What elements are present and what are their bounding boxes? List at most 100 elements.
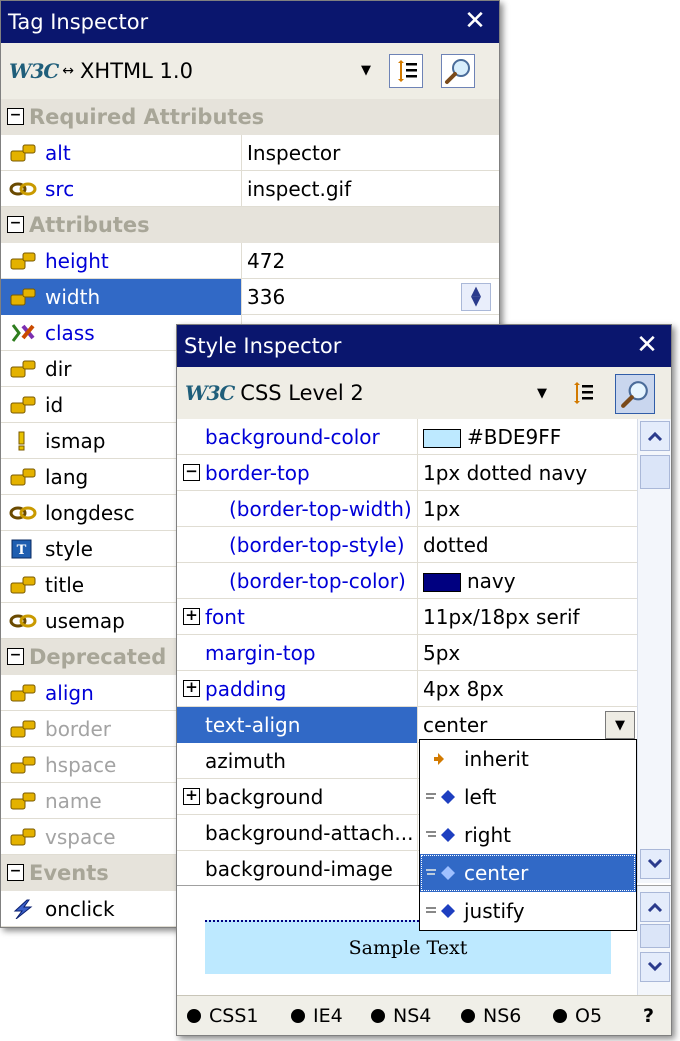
dropdown-button[interactable]: ▼ — [605, 711, 635, 739]
help-button[interactable]: ? — [643, 996, 654, 1035]
option-right[interactable]: right — [420, 816, 636, 854]
property-name: text-align — [205, 713, 301, 737]
attribute-name: src — [45, 177, 75, 201]
key-icon — [10, 720, 36, 738]
properties-scrollbar[interactable] — [637, 419, 671, 883]
inspect-button[interactable] — [615, 374, 655, 414]
doctype-select[interactable]: XHTML 1.0 — [80, 59, 193, 83]
scroll-down-button[interactable] — [640, 849, 670, 879]
status-dot-icon — [553, 1009, 567, 1023]
property-value[interactable]: dotted — [423, 527, 489, 563]
property-value[interactable]: navy — [423, 563, 516, 599]
group-attributes[interactable]: − Attributes — [1, 207, 499, 243]
scroll-down-button[interactable] — [640, 952, 670, 982]
style-row-border-top-color[interactable]: (border-top-color) navy — [177, 563, 637, 599]
property-value[interactable]: 5px — [423, 635, 460, 671]
link-icon — [9, 614, 37, 628]
attribute-name: name — [45, 789, 102, 813]
attribute-row-src[interactable]: src inspect.gif — [1, 171, 499, 207]
style-inspector-titlebar[interactable]: Style Inspector ✕ — [177, 325, 671, 367]
collapse-icon[interactable]: − — [7, 864, 24, 881]
tag-inspector-titlebar[interactable]: Tag Inspector ✕ — [1, 1, 499, 43]
collapse-icon[interactable]: − — [183, 464, 200, 481]
property-name: azimuth — [205, 749, 286, 773]
attribute-value[interactable]: inspect.gif — [247, 171, 351, 207]
expand-icon[interactable]: + — [183, 788, 200, 805]
compat-css1: CSS1 — [187, 996, 259, 1035]
w3c-logo-icon: W3C — [185, 381, 235, 405]
style-row-margin-top[interactable]: margin-top 5px — [177, 635, 637, 671]
option-inherit[interactable]: inherit — [420, 740, 636, 778]
scroll-thumb[interactable] — [640, 455, 670, 489]
compat-label: CSS1 — [209, 1005, 259, 1027]
text-align-select[interactable]: center — [423, 707, 487, 743]
property-value[interactable]: 11px/18px serif — [423, 599, 580, 635]
property-value[interactable]: 1px dotted navy — [423, 455, 587, 491]
css-level-select[interactable]: CSS Level 2 — [240, 381, 363, 405]
style-row-border-top-style[interactable]: (border-top-style) dotted — [177, 527, 637, 563]
style-row-background-color[interactable]: background-color #BDE9FF — [177, 419, 637, 455]
property-name: background-color — [205, 425, 380, 449]
attribute-value[interactable]: Inspector — [247, 135, 340, 171]
option-label: justify — [464, 899, 525, 923]
column-divider — [417, 851, 418, 887]
collapse-icon[interactable]: − — [7, 108, 24, 125]
property-name: (border-top-style) — [229, 533, 405, 557]
chevron-down-icon[interactable]: ▼ — [361, 63, 371, 78]
collapse-icon[interactable]: − — [7, 648, 24, 665]
style-row-border-top-width[interactable]: (border-top-width) 1px — [177, 491, 637, 527]
style-row-font[interactable]: + font 11px/18px serif — [177, 599, 637, 635]
chevron-down-icon — [647, 962, 663, 972]
magnifier-icon — [445, 59, 470, 84]
style-icon: T — [11, 539, 32, 559]
color-swatch[interactable] — [423, 573, 461, 592]
option-center[interactable]: center — [420, 854, 636, 892]
chevron-down-icon[interactable]: ▼ — [537, 386, 547, 401]
column-divider — [417, 527, 418, 563]
attribute-name: align — [45, 681, 94, 705]
chevron-down-icon: ▼ — [615, 717, 625, 733]
collapse-icon[interactable]: − — [7, 216, 24, 233]
link-icon — [9, 506, 37, 520]
sort-list-button[interactable] — [565, 376, 599, 410]
attribute-value[interactable]: 472 — [247, 243, 285, 279]
key-icon — [10, 360, 36, 378]
attribute-name: border — [45, 717, 112, 741]
scroll-up-button[interactable] — [640, 421, 670, 451]
close-icon[interactable]: ✕ — [461, 7, 489, 35]
style-row-padding[interactable]: + padding 4px 8px — [177, 671, 637, 707]
property-value[interactable]: 1px — [423, 491, 460, 527]
align-justify-icon — [426, 904, 455, 918]
close-icon[interactable]: ✕ — [633, 331, 661, 359]
expand-icon[interactable]: + — [183, 680, 200, 697]
style-row-border-top[interactable]: − border-top 1px dotted navy — [177, 455, 637, 491]
scroll-thumb[interactable] — [640, 924, 670, 948]
attribute-row-alt[interactable]: alt Inspector — [1, 135, 499, 171]
style-row-text-align[interactable]: text-align center ▼ — [177, 707, 637, 743]
spinner-icon[interactable]: ▲ ▼ — [461, 283, 491, 311]
preview-scrollbar[interactable] — [637, 886, 671, 998]
attribute-value-input[interactable]: 336 — [247, 279, 285, 315]
attribute-row-width[interactable]: width 336 ▲ ▼ — [1, 279, 499, 315]
sort-list-button[interactable] — [389, 54, 423, 88]
property-value-text: #BDE9FF — [467, 425, 562, 449]
option-justify[interactable]: justify — [420, 892, 636, 930]
property-value[interactable]: #BDE9FF — [423, 419, 561, 455]
attribute-name: lang — [45, 465, 89, 489]
inspect-button[interactable] — [441, 54, 475, 88]
option-left[interactable]: left — [420, 778, 636, 816]
text-align-dropdown-list[interactable]: inherit left right center justify — [419, 739, 637, 931]
color-swatch[interactable] — [423, 429, 461, 448]
attribute-name: class — [45, 321, 95, 345]
key-icon — [10, 756, 36, 774]
column-divider — [417, 779, 418, 815]
attribute-name: dir — [45, 357, 72, 381]
group-required-attributes[interactable]: − Required Attributes — [1, 99, 499, 135]
group-label: Events — [29, 861, 109, 885]
scroll-up-button[interactable] — [640, 892, 670, 922]
attribute-row-height[interactable]: height 472 — [1, 243, 499, 279]
magnifier-icon — [621, 381, 648, 408]
exclamation-icon — [18, 431, 25, 451]
expand-icon[interactable]: + — [183, 608, 200, 625]
property-value[interactable]: 4px 8px — [423, 671, 504, 707]
